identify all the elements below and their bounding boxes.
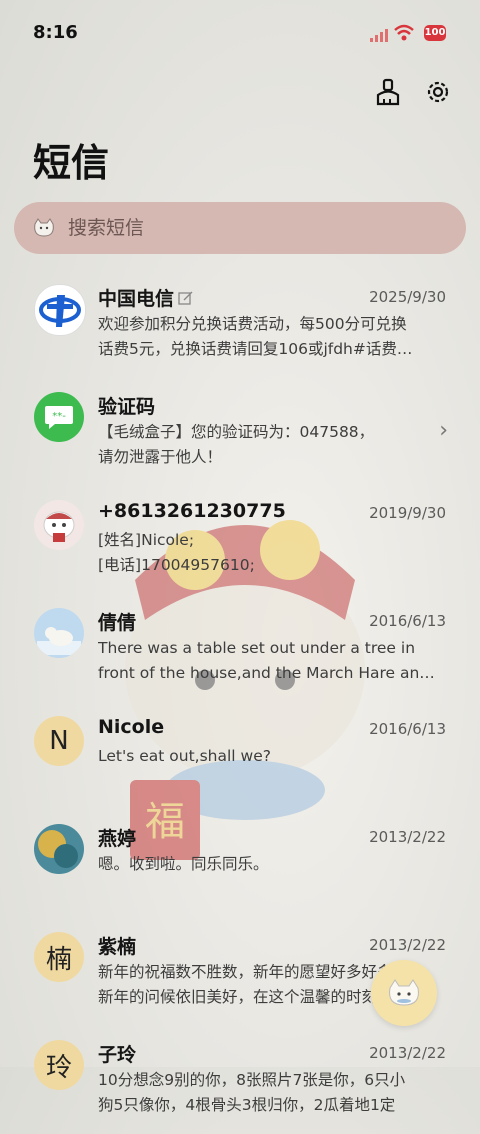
contact-name: 紫楠 [98, 936, 137, 958]
conversation-row[interactable]: **- 验证码 【毛绒盒子】您的验证码为：047588， 请勿泄露于他人！ › [0, 378, 480, 486]
chevron-right-icon: › [439, 418, 448, 443]
message-preview: 10分想念9别的你，8张照片7张是你，6只小 狗5只像你，4根骨头3根归你，2瓜着… [98, 1071, 406, 1114]
contact-name: Nicole [98, 716, 165, 738]
contact-avatar: 楠 [34, 932, 84, 982]
china-telecom-logo [34, 284, 86, 336]
conversation-row[interactable]: +8613261230775 2019/9/30 [姓名]Nicole; [电话]… [0, 486, 480, 594]
contact-name: 验证码 [98, 396, 156, 418]
toolbar [374, 78, 452, 106]
svg-text:**-: **- [52, 411, 66, 422]
conversation-row[interactable]: 中国电信 2025/9/30 欢迎参加积分兑换话费活动，每500分可兑换 话费5元… [0, 270, 480, 378]
status-bar: 8:16 100 [0, 0, 480, 68]
message-preview: [姓名]Nicole; [电话]17004957610; [98, 531, 255, 574]
status-time: 8:16 [33, 22, 78, 43]
message-preview: 欢迎参加积分兑换话费活动，每500分可兑换 话费5元，兑换话费请回复106或jfd… [98, 315, 413, 358]
cat-icon [34, 218, 54, 237]
contact-avatar [34, 608, 84, 658]
message-date: 2016/6/13 [369, 720, 446, 738]
search-bar[interactable] [14, 202, 466, 254]
contact-name: 倩倩 [98, 612, 137, 634]
contact-avatar: 玲 [34, 1040, 84, 1090]
conversation-row[interactable]: 倩倩 2016/6/13 There was a table set out u… [0, 594, 480, 702]
message-preview: Let's eat out,shall we? [98, 747, 271, 765]
conversation-row[interactable]: 玲 子玲 2013/2/22 10分想念9别的你，8张照片7张是你，6只小 狗5只… [0, 1026, 480, 1134]
message-date: 2013/2/22 [369, 936, 446, 954]
message-preview: 【毛绒盒子】您的验证码为：047588， 请勿泄露于他人！ [98, 423, 375, 466]
message-date: 2019/9/30 [369, 504, 446, 522]
contact-name: 子玲 [98, 1044, 137, 1066]
message-date: 2013/2/22 [369, 828, 446, 846]
conversation-row[interactable]: 燕婷 2013/2/22 嗯。收到啦。同乐同乐。 [0, 810, 480, 918]
contact-name: 燕婷 [98, 828, 137, 850]
search-input[interactable] [66, 216, 430, 240]
wifi-icon [394, 24, 414, 41]
contact-avatar [34, 500, 84, 550]
contact-avatar [34, 824, 84, 874]
contact-name: 中国电信 [98, 284, 194, 311]
battery-icon: 100 [424, 25, 446, 41]
conversation-row[interactable]: N Nicole 2016/6/13 Let's eat out,shall w… [0, 702, 480, 810]
new-message-button[interactable] [371, 960, 437, 1026]
message-bubble-icon: **- [34, 392, 84, 442]
edit-icon [178, 291, 193, 305]
message-preview: 嗯。收到啦。同乐同乐。 [98, 855, 269, 873]
message-date: 2016/6/13 [369, 612, 446, 630]
page-title: 短信 [33, 141, 110, 185]
cat-icon [389, 979, 419, 1006]
contact-avatar: N [34, 716, 84, 766]
message-date: 2025/9/30 [369, 288, 446, 306]
contact-name: +8613261230775 [98, 500, 286, 522]
message-preview: There was a table set out under a tree i… [98, 639, 435, 682]
message-date: 2013/2/22 [369, 1044, 446, 1062]
cellular-signal-icon [370, 29, 388, 42]
broom-icon[interactable] [374, 78, 402, 106]
gear-icon[interactable] [424, 78, 452, 106]
